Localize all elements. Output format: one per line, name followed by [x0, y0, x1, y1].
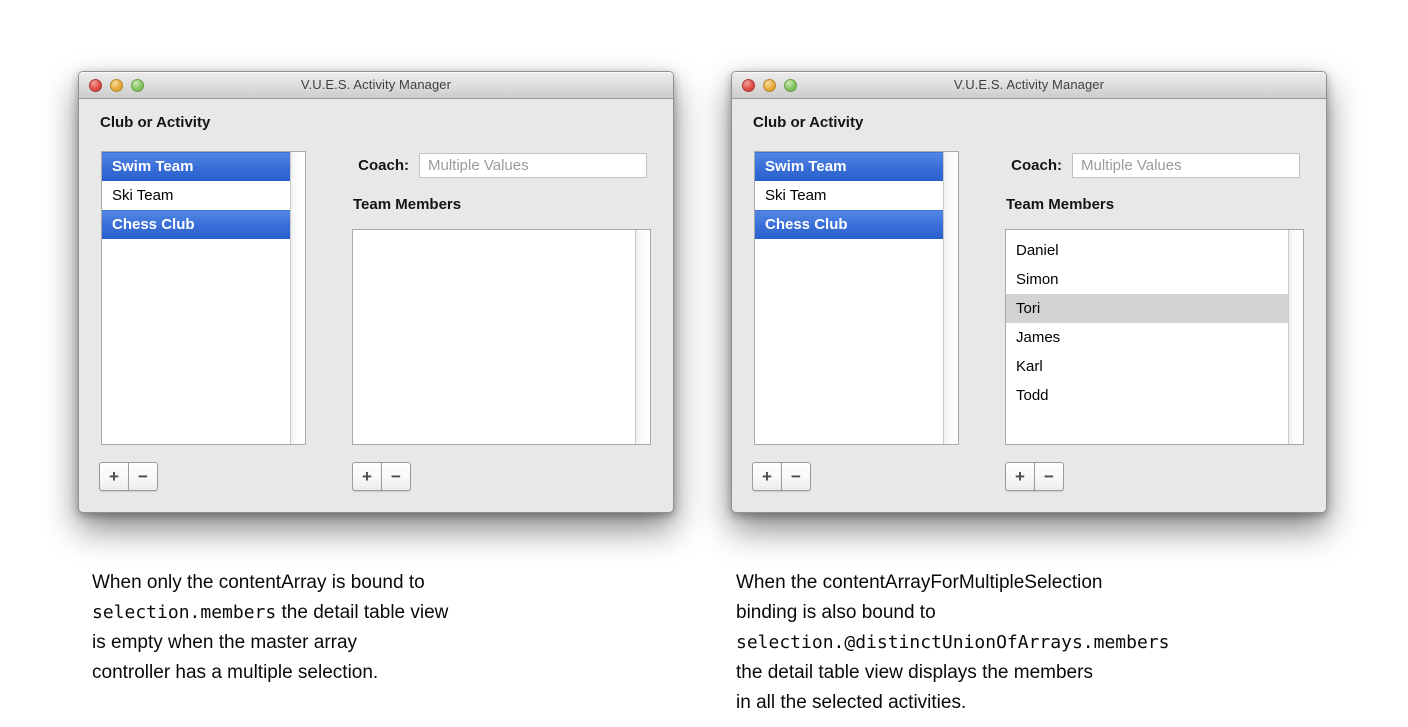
- code-text: selection.@distinctUnionOfArrays.members: [736, 632, 1169, 653]
- member-add-remove-buttons: + −: [352, 462, 411, 491]
- list-item[interactable]: Chess Club: [102, 210, 290, 239]
- caption-line: in all the selected activities.: [736, 688, 1408, 718]
- scrollbar-track[interactable]: [290, 152, 305, 444]
- remove-button[interactable]: −: [381, 462, 411, 491]
- caption-text: When only the contentArray is bound to: [92, 572, 425, 593]
- zoom-button-icon[interactable]: [131, 79, 144, 92]
- list-item[interactable]: Swim Team: [102, 152, 290, 181]
- team-members-table[interactable]: DanielSimonToriJamesKarlTodd: [1005, 229, 1304, 445]
- close-button-icon[interactable]: [742, 79, 755, 92]
- add-button[interactable]: +: [1005, 462, 1035, 491]
- zoom-button-icon[interactable]: [784, 79, 797, 92]
- minimize-button-icon[interactable]: [110, 79, 123, 92]
- scrollbar-track[interactable]: [1288, 230, 1303, 444]
- caption-right: When the contentArrayForMultipleSelectio…: [736, 568, 1408, 718]
- coach-field[interactable]: [1072, 153, 1300, 178]
- team-members-label: Team Members: [1006, 196, 1114, 213]
- list-item[interactable]: Simon: [1006, 265, 1288, 294]
- scrollbar-track[interactable]: [635, 230, 650, 444]
- remove-button[interactable]: −: [128, 462, 158, 491]
- remove-button[interactable]: −: [781, 462, 811, 491]
- list-item[interactable]: Ski Team: [102, 181, 290, 210]
- caption-text: controller has a multiple selection.: [92, 662, 378, 683]
- caption-text: the detail table view: [276, 602, 448, 623]
- caption-line: When the contentArrayForMultipleSelectio…: [736, 568, 1408, 598]
- list-item[interactable]: Chess Club: [755, 210, 943, 239]
- member-add-remove-buttons: + −: [1005, 462, 1064, 491]
- caption-text: the detail table view displays the membe…: [736, 662, 1093, 683]
- list-item[interactable]: Karl: [1006, 352, 1288, 381]
- club-add-remove-buttons: + −: [752, 462, 811, 491]
- caption-text: When the contentArrayForMultipleSelectio…: [736, 572, 1102, 593]
- caption-line: the detail table view displays the membe…: [736, 658, 1408, 688]
- caption-line: selection.members the detail table view: [92, 598, 712, 628]
- list-item[interactable]: James: [1006, 323, 1288, 352]
- coach-label: Coach:: [982, 157, 1062, 174]
- window-right: V.U.E.S. Activity Manager Club or Activi…: [731, 71, 1327, 513]
- close-button-icon[interactable]: [89, 79, 102, 92]
- titlebar[interactable]: V.U.E.S. Activity Manager: [79, 72, 673, 99]
- club-or-activity-label: Club or Activity: [753, 114, 863, 131]
- window-left: V.U.E.S. Activity Manager Club or Activi…: [78, 71, 674, 513]
- club-list[interactable]: Swim TeamSki TeamChess Club: [754, 151, 959, 445]
- window-title: V.U.E.S. Activity Manager: [732, 72, 1326, 98]
- code-text: selection.members: [92, 602, 276, 623]
- caption-text: in all the selected activities.: [736, 692, 966, 713]
- add-button[interactable]: +: [752, 462, 782, 491]
- add-button[interactable]: +: [99, 462, 129, 491]
- caption-line: selection.@distinctUnionOfArrays.members: [736, 628, 1408, 658]
- coach-label: Coach:: [329, 157, 409, 174]
- team-members-table[interactable]: [352, 229, 651, 445]
- caption-line: binding is also bound to: [736, 598, 1408, 628]
- scrollbar-track[interactable]: [943, 152, 958, 444]
- titlebar[interactable]: V.U.E.S. Activity Manager: [732, 72, 1326, 99]
- list-item[interactable]: Todd: [1006, 381, 1288, 410]
- add-button[interactable]: +: [352, 462, 382, 491]
- list-item[interactable]: Swim Team: [755, 152, 943, 181]
- caption-left: When only the contentArray is bound to se…: [92, 568, 712, 688]
- club-or-activity-label: Club or Activity: [100, 114, 210, 131]
- caption-line: When only the contentArray is bound to: [92, 568, 712, 598]
- remove-button[interactable]: −: [1034, 462, 1064, 491]
- club-list[interactable]: Swim TeamSki TeamChess Club: [101, 151, 306, 445]
- traffic-lights: [89, 72, 144, 98]
- list-item[interactable]: Daniel: [1006, 236, 1288, 265]
- caption-text: is empty when the master array: [92, 632, 357, 653]
- caption-text: binding is also bound to: [736, 602, 936, 623]
- list-item[interactable]: Tori: [1006, 294, 1288, 323]
- list-item[interactable]: Ski Team: [755, 181, 943, 210]
- team-members-label: Team Members: [353, 196, 461, 213]
- caption-line: controller has a multiple selection.: [92, 658, 712, 688]
- window-title: V.U.E.S. Activity Manager: [79, 72, 673, 98]
- caption-line: is empty when the master array: [92, 628, 712, 658]
- coach-field[interactable]: [419, 153, 647, 178]
- minimize-button-icon[interactable]: [763, 79, 776, 92]
- traffic-lights: [742, 72, 797, 98]
- club-add-remove-buttons: + −: [99, 462, 158, 491]
- page-background: { "app": { "title": "V.U.E.S. Activity M…: [0, 0, 1408, 727]
